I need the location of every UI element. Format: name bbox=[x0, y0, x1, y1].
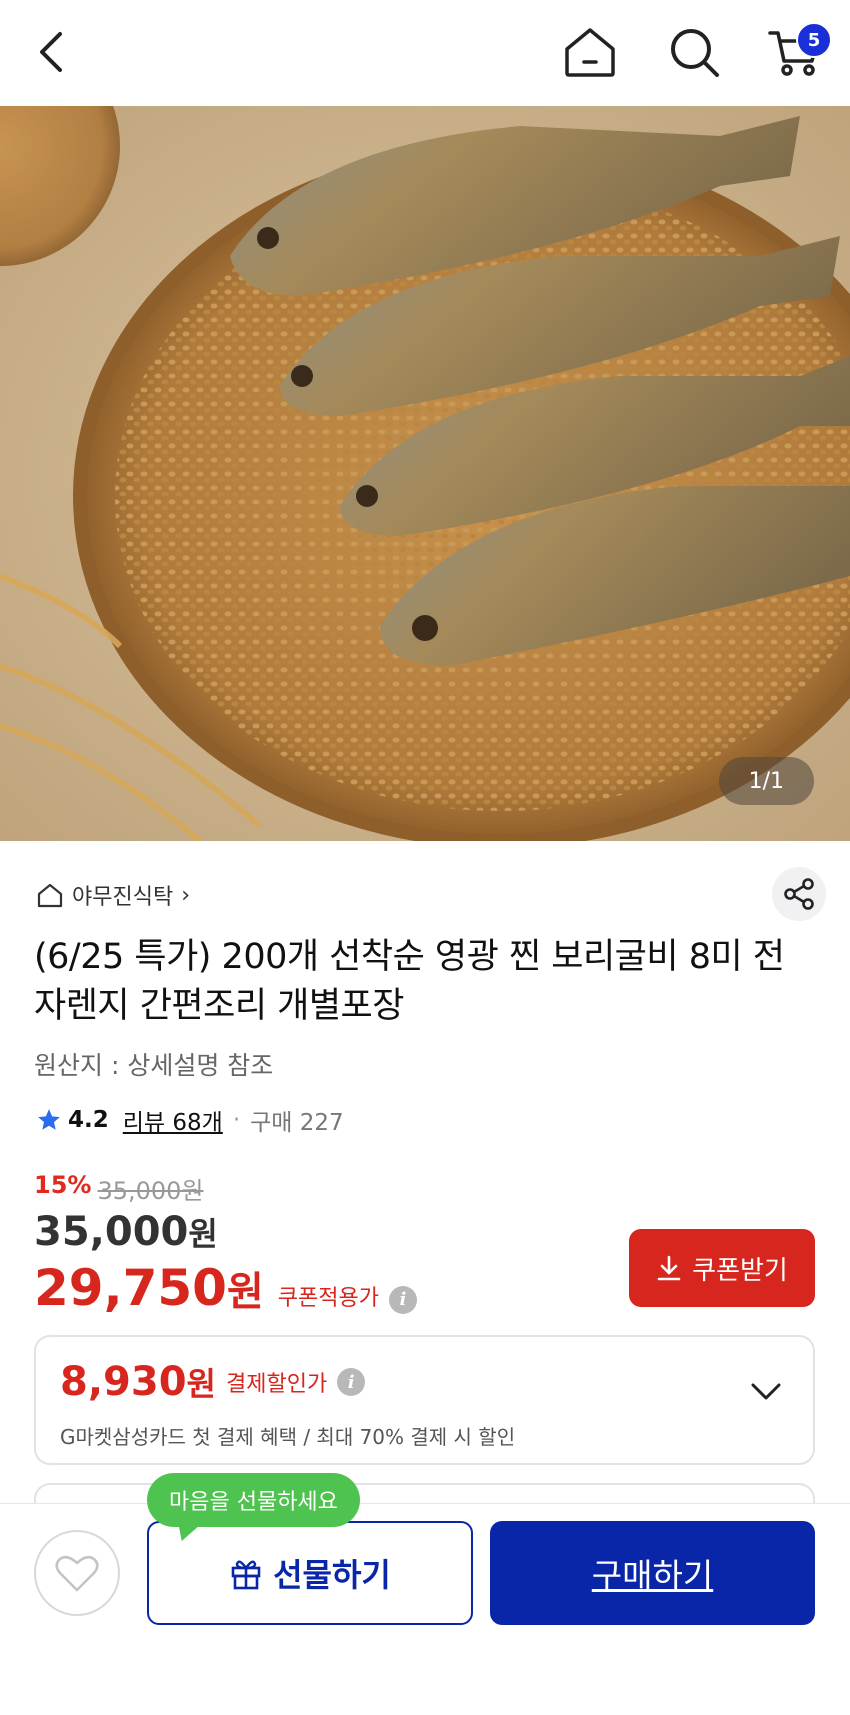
payment-price-value: 8,930 bbox=[60, 1359, 187, 1405]
coupon-button-label: 쿠폰받기 bbox=[692, 1255, 788, 1286]
discount-row: 15% 35,000원 bbox=[34, 1171, 204, 1206]
info-icon[interactable]: i bbox=[388, 1285, 417, 1314]
separator-dot: · bbox=[232, 1107, 241, 1133]
rating-score: 4.2 bbox=[68, 1107, 109, 1133]
heart-icon bbox=[55, 1555, 99, 1592]
info-icon[interactable]: i bbox=[337, 1368, 366, 1396]
sale-price-unit: 원 bbox=[188, 1215, 218, 1253]
image-page-indicator: 1/1 bbox=[718, 757, 814, 805]
original-price: 35,000원 bbox=[97, 1177, 204, 1205]
buy-button[interactable]: 구매하기 bbox=[490, 1521, 815, 1625]
star-icon bbox=[38, 1109, 60, 1130]
sale-price-value: 35,000 bbox=[34, 1209, 189, 1255]
coupon-price-label: 쿠폰적용가 bbox=[277, 1286, 379, 1311]
discount-rate: 15% bbox=[34, 1171, 92, 1199]
coupon-price: 29,750 원 쿠폰적용가 i bbox=[34, 1259, 417, 1317]
product-title: (6/25 특가) 200개 선착순 영광 찐 보리굴비 8미 전자렌지 간편조… bbox=[34, 937, 785, 1026]
review-link[interactable]: 리뷰 68개 bbox=[123, 1103, 223, 1137]
search-icon bbox=[671, 29, 719, 77]
product-image-gallery[interactable]: 1/1 bbox=[0, 106, 850, 841]
shop-link[interactable]: 야무진식탁 › bbox=[36, 877, 190, 913]
product-origin: 원산지 : 상세설명 참조 bbox=[34, 1051, 274, 1080]
chevron-left-icon bbox=[40, 32, 62, 72]
back-button[interactable] bbox=[20, 20, 84, 84]
cart-count-badge: 5 bbox=[796, 22, 832, 58]
product-image bbox=[0, 106, 850, 841]
coupon-price-value: 29,750 bbox=[34, 1259, 227, 1317]
gift-tooltip: 마음을 선물하세요 bbox=[147, 1473, 360, 1541]
download-icon bbox=[657, 1255, 681, 1281]
top-nav: 5 bbox=[0, 0, 850, 106]
share-icon bbox=[784, 878, 814, 910]
bottom-action-bar: 선물하기 구매하기 bbox=[0, 1503, 850, 1715]
shop-name: 야무진식탁 bbox=[72, 885, 174, 910]
payment-discount-box[interactable]: 8,930 원 결제할인가 i G마켓삼성카드 첫 결제 혜택 / 최대 70% … bbox=[34, 1335, 815, 1465]
coupon-price-unit: 원 bbox=[226, 1269, 264, 1315]
coupon-download-button[interactable]: 쿠폰받기 bbox=[629, 1229, 815, 1307]
wishlist-button[interactable] bbox=[34, 1530, 120, 1616]
cart-button[interactable]: 5 bbox=[762, 20, 832, 84]
home-button[interactable] bbox=[558, 20, 622, 84]
gift-button-label: 선물하기 bbox=[273, 1556, 391, 1594]
payment-price-unit: 원 bbox=[186, 1365, 216, 1403]
rating-row: 4.2 리뷰 68개 · 구매 227 bbox=[36, 1103, 344, 1137]
payment-price-label: 결제할인가 bbox=[225, 1372, 328, 1397]
home-icon bbox=[565, 28, 615, 77]
gift-tooltip-text: 마음을 선물하세요 bbox=[169, 1490, 338, 1515]
chevron-right-icon: › bbox=[181, 882, 191, 908]
payment-description: G마켓삼성카드 첫 결제 혜택 / 최대 70% 결제 시 할인 bbox=[60, 1425, 516, 1449]
share-button[interactable] bbox=[772, 867, 826, 921]
search-button[interactable] bbox=[662, 20, 726, 84]
gift-icon bbox=[231, 1560, 261, 1590]
payment-price: 8,930 원 결제할인가 i bbox=[60, 1359, 366, 1405]
sale-price: 35,000원 bbox=[34, 1209, 218, 1255]
purchase-count: 구매 227 bbox=[250, 1110, 344, 1136]
chevron-down-icon[interactable] bbox=[749, 1381, 783, 1407]
store-icon bbox=[37, 883, 63, 908]
